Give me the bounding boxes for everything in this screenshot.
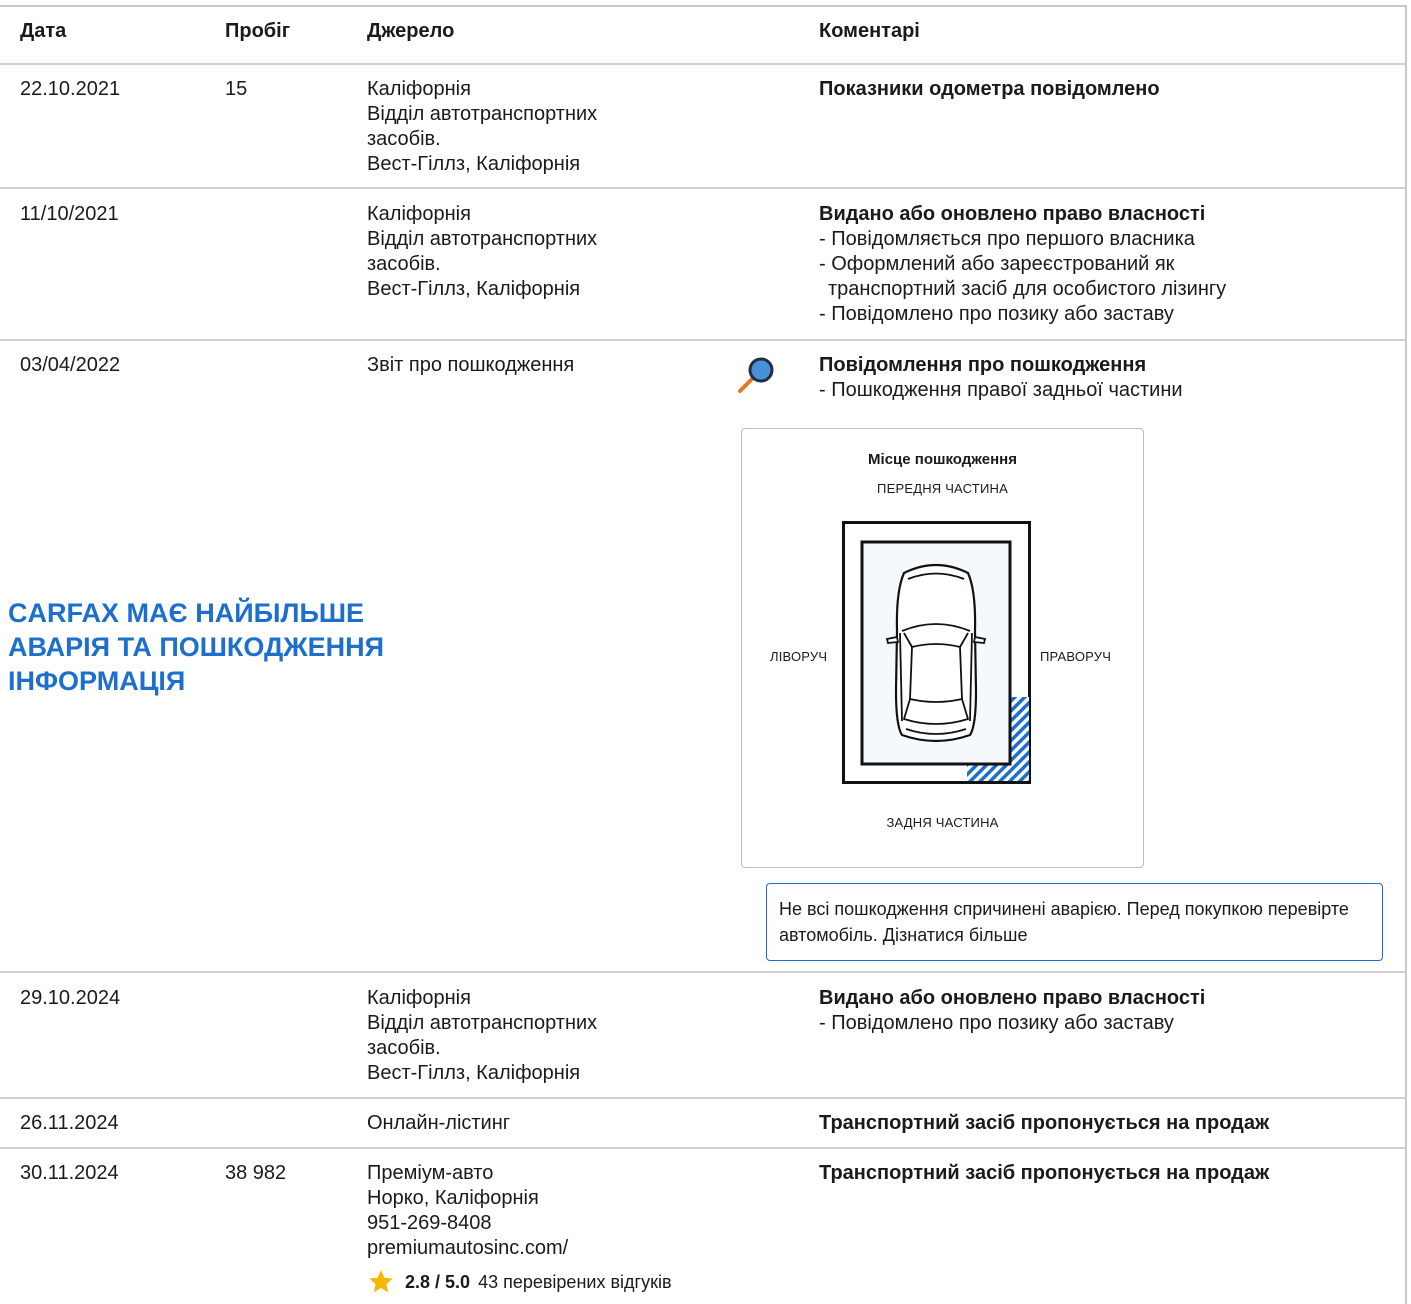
diagram-left-label: ЛІВОРУЧ [770,649,828,664]
row-divider [0,1147,1407,1149]
row-source: Каліфорнія Відділ автотранспортних засоб… [367,78,598,175]
row-date: 11/10/2021 [20,203,119,225]
rating-score: 2.8 / 5.0 [405,1272,471,1292]
header-date: Дата [20,20,67,42]
dealer-location: Норко, Каліфорнія [367,1187,539,1209]
star-icon [369,1270,393,1293]
row-comment-title: Транспортний засіб пропонується на прода… [819,1112,1270,1134]
row-comment-title: Показники одометра повідомлено [819,78,1160,100]
row-source: Преміум-авто Норко, Каліфорнія 951-269-8… [367,1161,568,1261]
row-date: 30.11.2024 [20,1162,119,1184]
dealer-rating[interactable]: 2.8 / 5.0 43 перевірених відгуків [367,1268,672,1296]
row-source: Каліфорнія Відділ автотранспортних засоб… [367,987,598,1084]
damage-notice: Не всі пошкодження спричинені аварією. П… [766,883,1383,961]
dealer-phone[interactable]: 951-269-8408 [367,1211,568,1236]
diagram-front-label: ПЕРЕДНЯ ЧАСТИНА [877,481,1008,496]
row-divider [0,63,1407,65]
row-date: 22.10.2021 [20,78,121,100]
comment-item: транспортний засіб для особистого лізинг… [828,278,1227,300]
row-comment: Видано або оновлено право власності - По… [819,986,1205,1036]
row-comment-title: Видано або оновлено право власності [819,987,1206,1009]
header-source: Джерело [367,20,455,42]
row-date: 03/04/2022 [20,354,121,376]
comment-item: - Повідомлено про позику або заставу [819,303,1174,325]
row-date: 29.10.2024 [20,987,121,1009]
row-comment-title: Повідомлення про пошкодження [819,354,1147,376]
row-comment: Повідомлення про пошкодження - Пошкоджен… [819,353,1183,403]
comment-item: - Оформлений або зареєстрований як [819,253,1175,275]
row-comment-title: Видано або оновлено право власності [819,203,1206,225]
row-source: Звіт про пошкодження [367,354,575,376]
comment-item: - Пошкодження правої задньої частини [819,379,1183,401]
diagram-rear-label: ЗАДНЯ ЧАСТИНА [886,815,999,830]
dealer-name: Преміум-авто [367,1162,494,1184]
car-diagram-icon [842,521,1031,784]
row-divider [0,187,1407,189]
magnifier-icon[interactable] [736,355,778,397]
row-source: Онлайн-лістинг [367,1112,511,1134]
row-divider [0,971,1407,973]
header-mileage: Пробіг [225,20,291,42]
diagram-title: Місце пошкодження [868,451,1017,468]
comment-item: - Повідомлено про позику або заставу [819,1012,1174,1034]
damage-diagram: Місце пошкодження ПЕРЕДНЯ ЧАСТИНА ЛІВОРУ… [741,428,1144,868]
diagram-right-label: ПРАВОРУЧ [1040,649,1112,664]
promo-text: CARFAX МАЄ НАЙБІЛЬШЕ АВАРІЯ ТА ПОШКОДЖЕН… [8,598,385,696]
row-comment-title: Транспортний засіб пропонується на прода… [819,1162,1270,1184]
rating-reviews: 43 перевірених відгуків [478,1272,672,1292]
row-comment: Видано або оновлено право власності - По… [819,202,1226,327]
row-divider [0,339,1407,341]
header-comments: Коментарі [819,20,920,42]
comment-item: - Повідомляється про першого власника [819,228,1195,250]
dealer-website-link[interactable]: premiumautosinc.com/ [367,1236,568,1261]
row-mileage: 15 [225,78,248,100]
row-mileage: 38 982 [225,1162,287,1184]
notice-text[interactable]: Не всі пошкодження спричинені аварією. П… [779,899,1349,945]
row-date: 26.11.2024 [20,1112,119,1134]
row-divider [0,1097,1407,1099]
row-source: Каліфорнія Відділ автотранспортних засоб… [367,203,598,300]
